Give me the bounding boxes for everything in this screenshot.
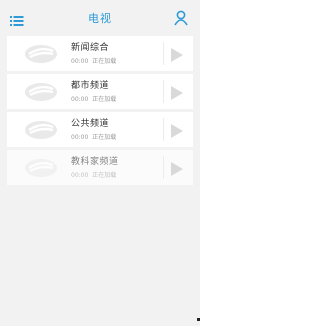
divider: [163, 156, 164, 179]
tv-logo-icon: [23, 119, 59, 141]
divider: [163, 80, 164, 103]
play-icon[interactable]: [171, 161, 183, 176]
channel-status: 正在加载: [92, 172, 117, 179]
scroll-indicator: [197, 318, 200, 321]
channel-row[interactable]: 都市频道 00:00 正在加载: [7, 74, 193, 109]
channel-status: 正在加载: [92, 58, 117, 65]
play-icon[interactable]: [171, 123, 183, 138]
channel-name: 教科家频道: [71, 157, 119, 167]
channel-status: 正在加载: [92, 134, 117, 141]
page-title: 电视: [88, 12, 112, 25]
divider: [163, 42, 164, 65]
top-bar: 电视: [0, 0, 200, 36]
channel-row[interactable]: 公共频道 00:00 正在加载: [7, 112, 193, 147]
user-icon[interactable]: [174, 10, 188, 26]
channel-name: 都市频道: [71, 81, 110, 91]
channel-row[interactable]: 教科家频道 00:00 正在加载: [7, 150, 193, 185]
tv-screen: 电视 新闻综合 00:00 正在加载 都市频道 00:00 正在加载 公共频道 …: [0, 0, 200, 326]
channel-time: 00:00: [71, 96, 89, 103]
channel-status: 正在加载: [92, 96, 117, 103]
channel-meta: 00:00 正在加载: [71, 94, 116, 103]
tv-logo-icon: [23, 43, 59, 65]
play-icon[interactable]: [171, 85, 183, 100]
channel-meta: 00:00 正在加载: [71, 132, 116, 141]
channel-time: 00:00: [71, 58, 89, 65]
channel-meta: 00:00 正在加载: [71, 56, 116, 65]
tv-logo-icon: [23, 81, 59, 103]
channel-row[interactable]: 新闻综合 00:00 正在加载: [7, 36, 193, 71]
tv-logo-icon: [23, 157, 59, 179]
channel-time: 00:00: [71, 134, 89, 141]
channel-meta: 00:00 正在加载: [71, 170, 116, 179]
play-icon[interactable]: [171, 47, 183, 62]
channel-name: 新闻综合: [71, 43, 110, 53]
channel-time: 00:00: [71, 172, 89, 179]
channel-name: 公共频道: [71, 119, 110, 129]
channel-list: 新闻综合 00:00 正在加载 都市频道 00:00 正在加载 公共频道 00:…: [7, 36, 193, 188]
divider: [163, 118, 164, 141]
